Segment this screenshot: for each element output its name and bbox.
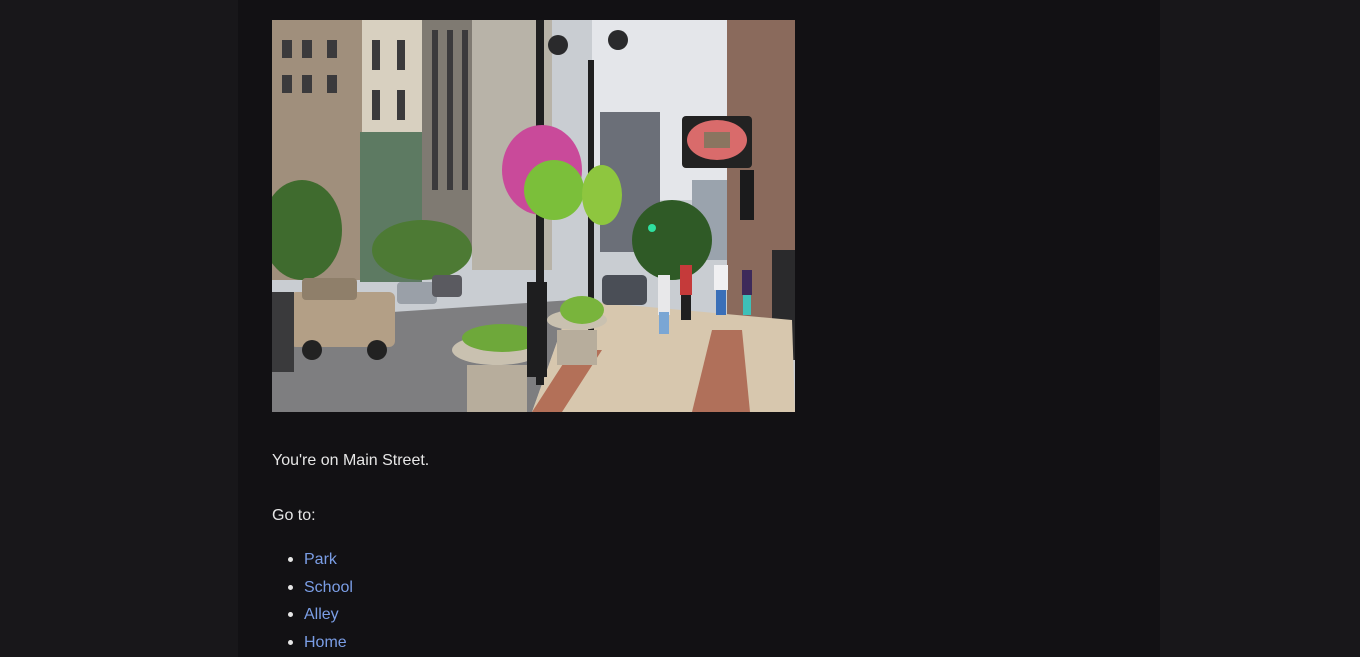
list-item-school: School [272, 574, 353, 602]
link-park[interactable]: Park [304, 551, 337, 568]
link-school[interactable]: School [304, 579, 353, 596]
bullet-icon [288, 612, 293, 618]
link-alley[interactable]: Alley [304, 606, 339, 623]
bullet-icon [288, 584, 293, 590]
content-column: You're on Main Street. Go to: Park Schoo… [238, 0, 1160, 657]
main-street-photo [272, 20, 795, 412]
page-background: You're on Main Street. Go to: Park Schoo… [0, 0, 1360, 657]
list-item-home: Home [272, 629, 353, 657]
bullet-icon [288, 557, 293, 562]
destination-list: Park School Alley Home [272, 546, 353, 656]
list-item-park: Park [272, 546, 353, 574]
link-home[interactable]: Home [304, 634, 347, 651]
list-item-alley: Alley [272, 601, 353, 629]
scene-description: You're on Main Street. [272, 452, 430, 469]
bullet-icon [288, 639, 293, 645]
goto-label: Go to: [272, 507, 316, 524]
